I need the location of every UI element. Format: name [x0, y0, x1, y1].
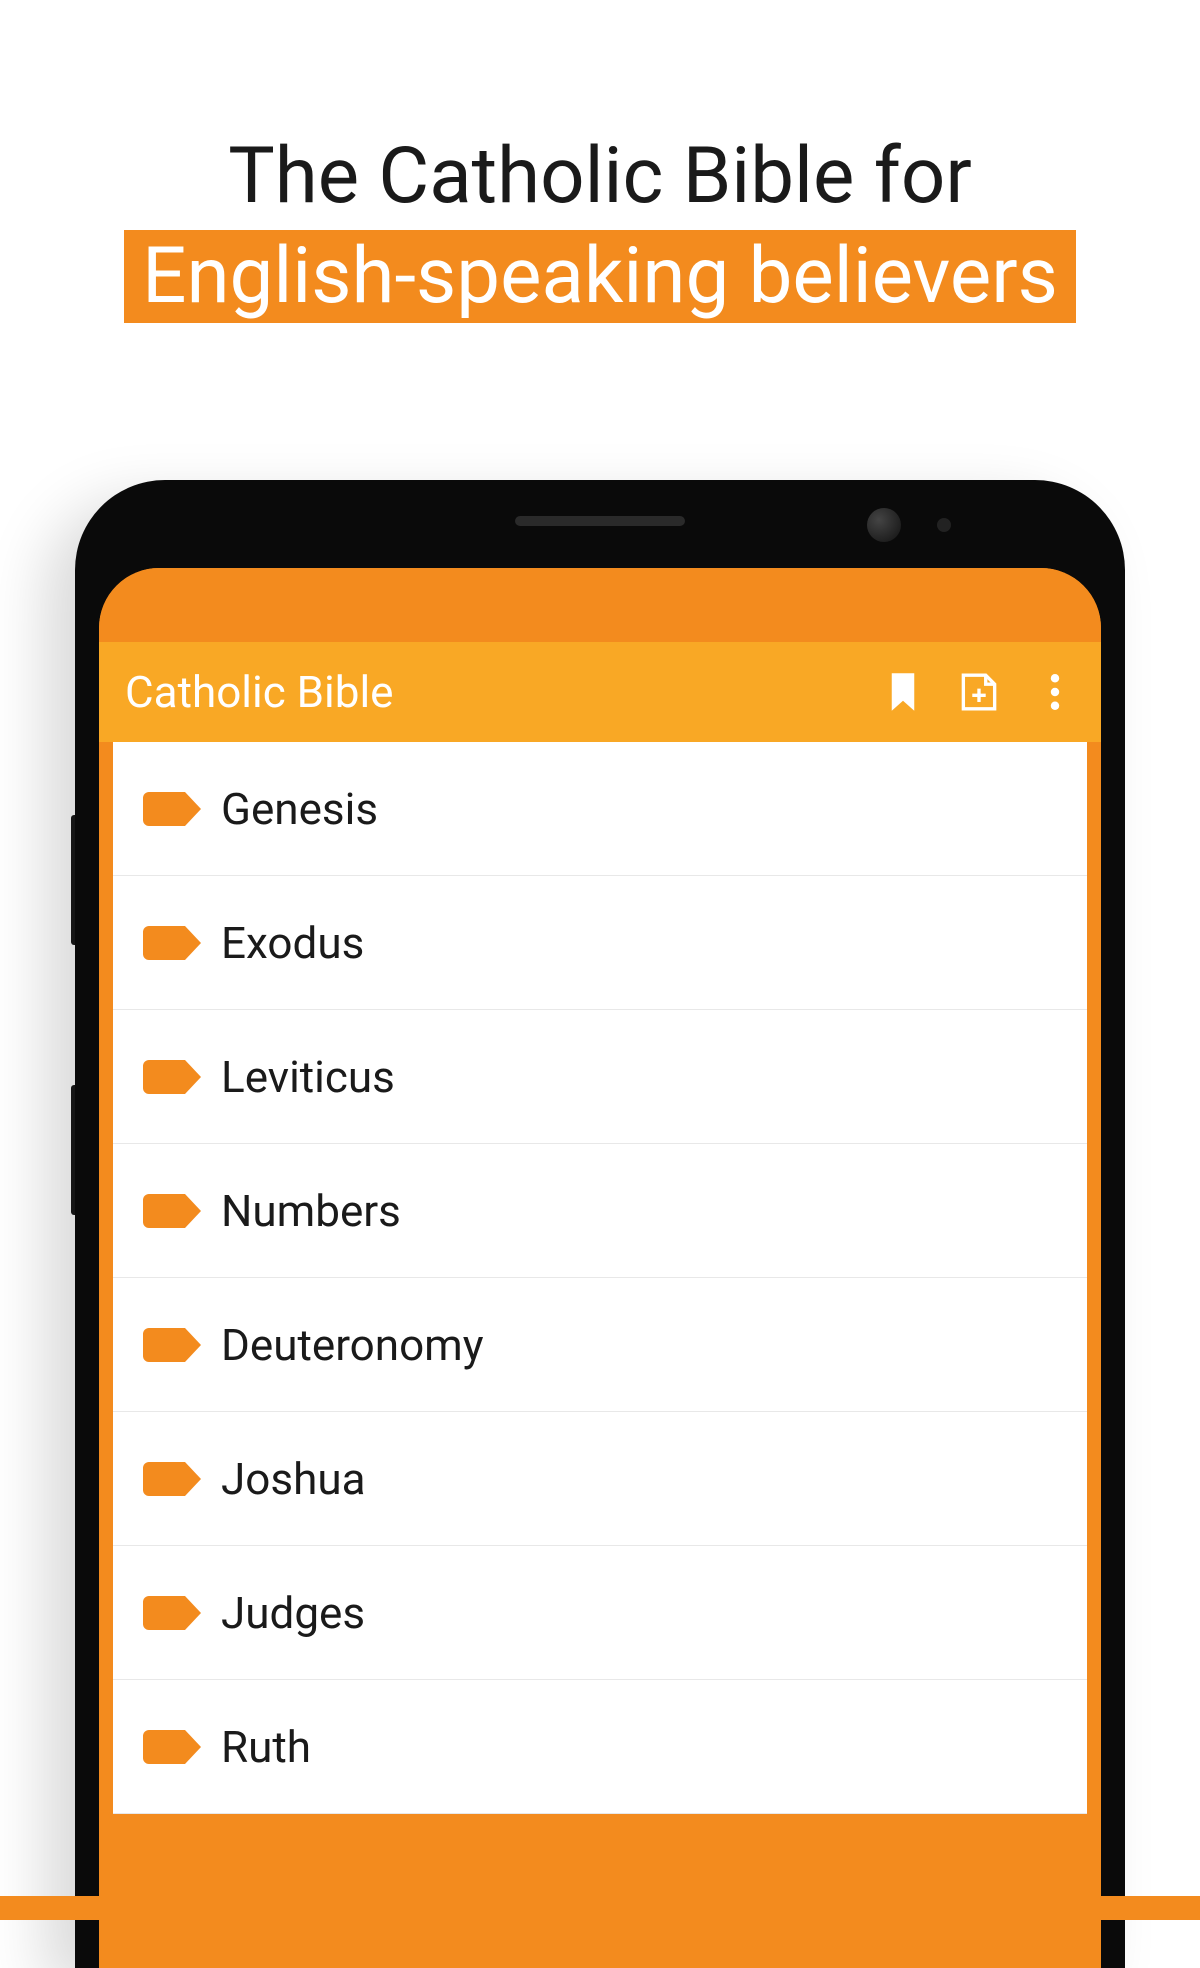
book-list: Genesis Exodus Leviticus Numbers Deutero… [99, 742, 1101, 1814]
more-menu-button[interactable] [1035, 672, 1075, 712]
book-name: Leviticus [221, 1051, 395, 1103]
tag-icon [143, 1462, 185, 1496]
phone-camera [867, 508, 901, 542]
phone-sensor [937, 518, 951, 532]
tag-icon [143, 1328, 185, 1362]
app-bar: Catholic Bible [99, 642, 1101, 742]
bottom-accent-bar [0, 1896, 1200, 1920]
tag-icon [143, 1060, 185, 1094]
headline-line2-highlight: English-speaking believers [124, 230, 1076, 324]
add-note-button[interactable] [959, 672, 999, 712]
app-title: Catholic Bible [125, 666, 883, 718]
tag-icon [143, 1194, 185, 1228]
list-item[interactable]: Genesis [113, 742, 1087, 876]
book-name: Exodus [221, 917, 364, 969]
book-name: Joshua [221, 1453, 366, 1505]
list-item[interactable]: Joshua [113, 1412, 1087, 1546]
list-item[interactable]: Ruth [113, 1680, 1087, 1814]
tag-icon [143, 1730, 185, 1764]
app-bar-actions [883, 672, 1075, 712]
phone-speaker [515, 516, 685, 526]
book-name: Numbers [221, 1185, 401, 1237]
tag-icon [143, 926, 185, 960]
note-plus-icon [961, 673, 997, 711]
phone-frame: Catholic Bible [75, 480, 1125, 1968]
tag-icon [143, 1596, 185, 1630]
phone-notch [99, 508, 1101, 568]
book-name: Deuteronomy [221, 1319, 484, 1371]
book-name: Judges [221, 1587, 365, 1639]
bookmark-button[interactable] [883, 672, 923, 712]
bookmark-icon [888, 673, 918, 711]
tag-icon [143, 792, 185, 826]
list-item[interactable]: Leviticus [113, 1010, 1087, 1144]
list-item[interactable]: Judges [113, 1546, 1087, 1680]
more-vert-icon [1050, 673, 1060, 711]
book-name: Genesis [221, 783, 378, 835]
list-item[interactable]: Deuteronomy [113, 1278, 1087, 1412]
book-name: Ruth [221, 1721, 311, 1773]
list-item[interactable]: Numbers [113, 1144, 1087, 1278]
list-item[interactable]: Exodus [113, 876, 1087, 1010]
status-bar [99, 568, 1101, 642]
phone-mockup: Catholic Bible [75, 480, 1125, 1968]
marketing-headline: The Catholic Bible for English-speaking … [0, 0, 1200, 323]
phone-screen: Catholic Bible [99, 568, 1101, 1968]
headline-line1: The Catholic Bible for [0, 130, 1200, 224]
